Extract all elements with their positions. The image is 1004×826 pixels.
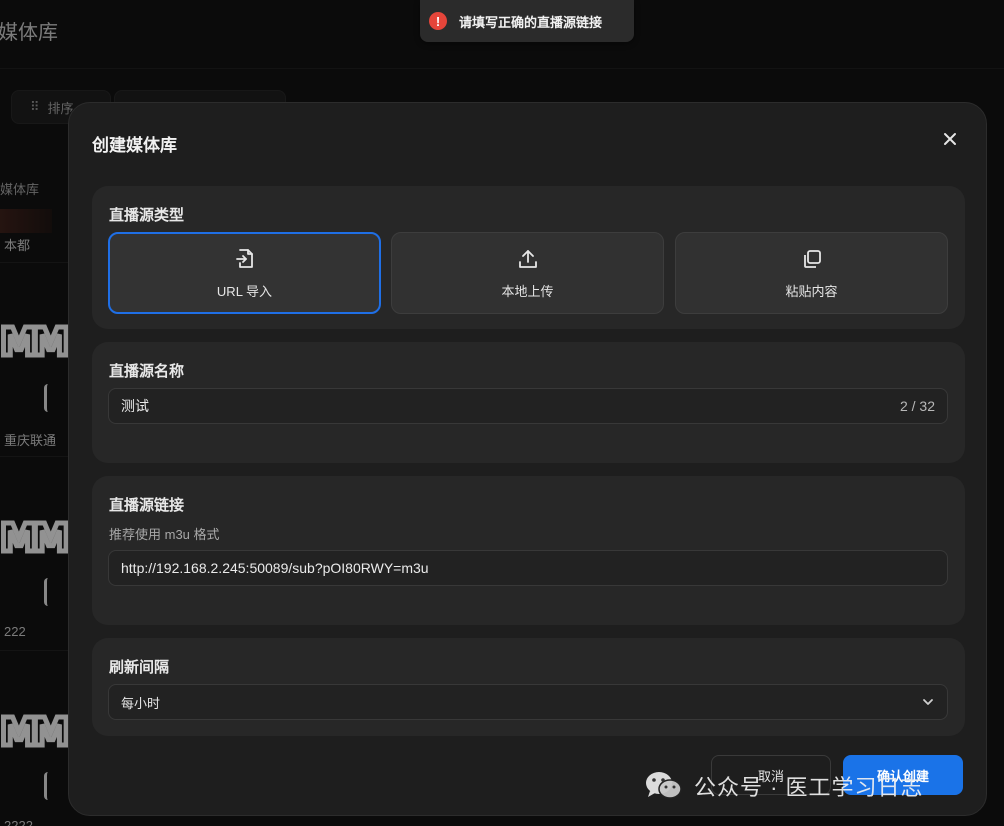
file-import-icon	[235, 248, 253, 268]
source-link-input[interactable]	[121, 560, 935, 576]
option-local-upload[interactable]: 本地上传	[391, 232, 664, 314]
close-button[interactable]	[940, 129, 960, 149]
toast-message: 请填写正确的直播源链接	[459, 14, 603, 30]
section-label: 直播源名称	[109, 363, 185, 380]
copy-icon	[803, 249, 821, 268]
format-hint: 推荐使用 m3u 格式	[109, 527, 220, 542]
source-name-input[interactable]	[121, 398, 900, 414]
select-value: 每小时	[121, 695, 161, 711]
upload-icon	[518, 249, 537, 268]
refresh-interval-section: 刷新间隔 每小时	[92, 638, 965, 736]
source-link-section: 直播源链接 推荐使用 m3u 格式	[92, 476, 965, 625]
source-link-field[interactable]	[108, 550, 948, 586]
watermark-text: 公众号 · 医工学习日志	[694, 775, 924, 800]
source-type-section: 直播源类型 URL 导入 本地上传 粘贴内容	[92, 186, 965, 329]
dialog-title: 创建媒体库	[92, 136, 177, 155]
source-name-field[interactable]: 2 / 32	[108, 388, 948, 424]
option-url-import[interactable]: URL 导入	[108, 232, 381, 314]
close-icon	[944, 133, 956, 145]
section-label: 直播源链接	[109, 497, 185, 514]
error-icon: !	[429, 12, 447, 30]
refresh-interval-select[interactable]: 每小时	[108, 684, 948, 720]
section-label: 直播源类型	[109, 207, 185, 224]
error-toast: ! 请填写正确的直播源链接	[420, 0, 634, 42]
watermark: 公众号 · 医工学习日志	[644, 768, 924, 804]
char-counter: 2 / 32	[899, 398, 935, 414]
option-label: 粘贴内容	[785, 283, 838, 299]
source-name-section: 直播源名称 2 / 32	[92, 342, 965, 463]
create-library-dialog: 创建媒体库 直播源类型 URL 导入 本地上传 粘贴内容 直播源名称 测试 2 …	[68, 102, 987, 816]
option-label: URL 导入	[216, 283, 273, 299]
chevron-down-icon	[923, 699, 933, 705]
wechat-icon	[646, 772, 682, 799]
option-label: 本地上传	[501, 283, 554, 299]
option-paste-content[interactable]: 粘贴内容	[675, 232, 948, 314]
section-label: 刷新间隔	[109, 659, 170, 676]
